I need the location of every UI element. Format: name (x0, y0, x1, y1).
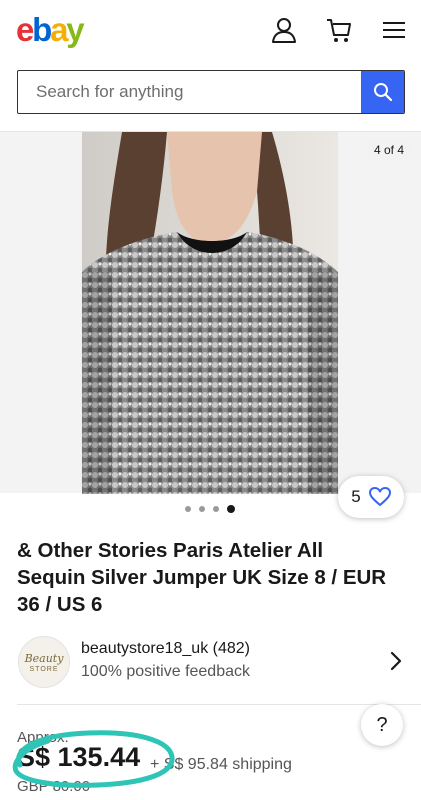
seller-feedback: 100% positive feedback (81, 663, 250, 680)
menu-icon[interactable] (381, 16, 407, 44)
search-bar[interactable]: Search for anything (17, 70, 405, 114)
watch-count: 5 (351, 487, 361, 506)
divider (17, 704, 421, 705)
gallery-pagination[interactable] (185, 505, 235, 513)
pagination-dot[interactable] (185, 506, 191, 512)
product-image[interactable] (82, 132, 338, 494)
pagination-dot[interactable] (213, 506, 219, 512)
seller-row[interactable]: Beauty STORE beautystore18_uk (482) 100%… (0, 632, 421, 694)
watch-button[interactable]: 5 (338, 476, 404, 518)
heart-icon (368, 487, 391, 506)
pagination-dot-active[interactable] (227, 505, 235, 513)
search-input[interactable]: Search for anything (36, 82, 183, 102)
search-button[interactable] (361, 71, 404, 113)
help-button[interactable]: ? (361, 704, 403, 746)
pagination-dot[interactable] (199, 506, 205, 512)
price: S$ 135.44 (17, 742, 141, 772)
cart-icon[interactable] (326, 16, 352, 44)
shipping-cost: + S$ 95.84 shipping (150, 756, 292, 773)
image-gallery[interactable] (0, 131, 421, 494)
search-icon (373, 83, 392, 102)
account-icon[interactable] (271, 16, 297, 44)
product-title: & Other Stories Paris Atelier All Sequin… (17, 539, 387, 616)
original-price: GBP 80.00 (17, 778, 91, 795)
seller-name[interactable]: beautystore18_uk (482) (81, 640, 250, 658)
ebay-logo[interactable]: ebay (16, 10, 85, 50)
image-counter: 4 of 4 (366, 140, 411, 160)
chevron-right-icon[interactable] (389, 650, 403, 672)
header: ebay (0, 0, 421, 62)
seller-avatar[interactable]: Beauty STORE (18, 636, 70, 688)
